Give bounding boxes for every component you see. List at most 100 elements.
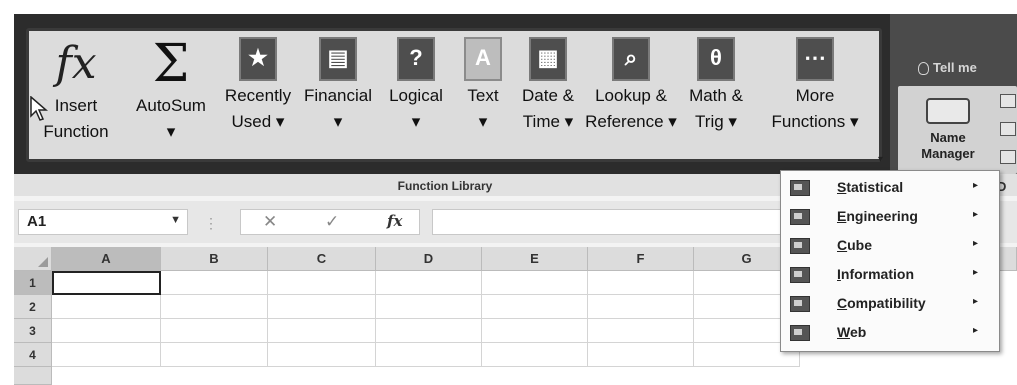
function-library-group-label: Function Library: [397, 179, 493, 193]
formula-input[interactable]: [432, 209, 832, 235]
cancel-icon[interactable]: ✕: [263, 212, 277, 232]
autosum-button[interactable]: Σ AutoSum ▾: [129, 33, 213, 145]
name-manager-label: Name Manager: [921, 130, 975, 161]
cube-icon: [790, 238, 810, 254]
cell[interactable]: [268, 343, 376, 367]
menu-item-cube[interactable]: Cube ▸: [781, 232, 997, 260]
menu-item-label: Cube: [837, 237, 873, 253]
excel-window: Tell me fx Insert Function Σ AutoSum ▾ ★…: [14, 14, 1017, 385]
column-header[interactable]: D: [376, 247, 482, 271]
group-launcher-icon[interactable]: ▾: [878, 154, 883, 165]
more-functions-menu: Statistical ▸ Engineering ▸ Cube ▸ Infor…: [780, 170, 1000, 352]
sigma-icon: Σ: [152, 34, 190, 94]
fx-icon: fx: [55, 38, 97, 89]
cell[interactable]: [482, 295, 588, 319]
text-label: Text ▾: [467, 86, 499, 131]
cell[interactable]: [268, 271, 376, 295]
lookup-reference-button[interactable]: ⌕ Lookup & Reference ▾: [585, 33, 677, 135]
row-header[interactable]: [14, 367, 52, 385]
theta-book-icon: θ: [697, 37, 735, 81]
use-in-formula-icon[interactable]: [1000, 122, 1016, 136]
column-header[interactable]: C: [268, 247, 376, 271]
submenu-arrow-icon: ▸: [973, 180, 979, 191]
cell[interactable]: [482, 343, 588, 367]
math-trig-button[interactable]: θ Math & Trig ▾: [681, 33, 751, 135]
more-functions-label: More Functions ▾: [771, 86, 859, 131]
cell[interactable]: [268, 295, 376, 319]
cell[interactable]: [482, 271, 588, 295]
cell[interactable]: [161, 343, 268, 367]
cell[interactable]: [52, 343, 161, 367]
menu-item-statistical[interactable]: Statistical ▸: [781, 174, 997, 202]
financial-label: Financial ▾: [303, 86, 373, 131]
logical-button[interactable]: ? Logical ▾: [381, 33, 451, 135]
cell[interactable]: [161, 319, 268, 343]
chevron-down-icon[interactable]: ▼: [170, 214, 181, 226]
enter-icon[interactable]: ✓: [325, 212, 339, 232]
row-header[interactable]: 1: [14, 271, 52, 295]
row-header[interactable]: 4: [14, 343, 52, 367]
compatibility-icon: [790, 296, 810, 312]
cell[interactable]: [588, 319, 694, 343]
cell[interactable]: [376, 271, 482, 295]
text-book-icon: A: [464, 37, 502, 81]
engineering-icon: [790, 209, 810, 225]
create-from-selection-icon[interactable]: [1000, 150, 1016, 164]
cell[interactable]: [588, 295, 694, 319]
cell[interactable]: [376, 295, 482, 319]
cell[interactable]: [588, 343, 694, 367]
lookup-reference-label: Lookup & Reference ▾: [585, 86, 677, 131]
cell[interactable]: [52, 319, 161, 343]
menu-item-compatibility[interactable]: Compatibility ▸: [781, 290, 997, 318]
financial-button[interactable]: ▤ Financial ▾: [299, 33, 377, 135]
cell[interactable]: [161, 295, 268, 319]
menu-item-web[interactable]: Web ▸: [781, 319, 997, 347]
menu-item-label: Engineering: [837, 208, 918, 224]
menu-item-label: Compatibility: [837, 295, 926, 311]
cell[interactable]: [161, 271, 268, 295]
cell[interactable]: [588, 271, 694, 295]
cell[interactable]: [52, 295, 161, 319]
name-box[interactable]: A1 ▼: [18, 209, 188, 235]
name-tag-icon: [926, 98, 970, 124]
select-all-button[interactable]: [14, 247, 52, 271]
column-header[interactable]: B: [161, 247, 268, 271]
tell-me-box[interactable]: Tell me: [918, 60, 977, 76]
menu-item-engineering[interactable]: Engineering ▸: [781, 203, 997, 231]
recently-used-button[interactable]: ★ Recently Used ▾: [219, 33, 297, 135]
magnifier-book-icon: ⌕: [612, 37, 650, 81]
date-time-button[interactable]: ▦ Date & Time ▾: [513, 33, 583, 135]
recently-used-label: Recently Used ▾: [224, 86, 292, 131]
statistical-icon: [790, 180, 810, 196]
cell[interactable]: [268, 319, 376, 343]
more-functions-button[interactable]: ⋯ More Functions ▾: [763, 33, 867, 135]
text-button[interactable]: A Text ▾: [459, 33, 507, 135]
cell-a1[interactable]: [52, 271, 161, 295]
menu-item-information[interactable]: Information ▸: [781, 261, 997, 289]
column-header[interactable]: E: [482, 247, 588, 271]
formula-bar-divider: ⋮: [204, 215, 218, 231]
row-header[interactable]: 2: [14, 295, 52, 319]
submenu-arrow-icon: ▸: [973, 267, 979, 278]
tell-me-label: Tell me: [933, 60, 977, 75]
define-name-icon[interactable]: [1000, 94, 1016, 108]
column-header[interactable]: A: [52, 247, 161, 271]
more-book-icon: ⋯: [796, 37, 834, 81]
cell[interactable]: [376, 343, 482, 367]
submenu-arrow-icon: ▸: [973, 325, 979, 336]
math-trig-label: Math & Trig ▾: [689, 86, 743, 131]
menu-item-label: Web: [837, 324, 867, 340]
web-icon: [790, 325, 810, 341]
autosum-label: AutoSum ▾: [136, 96, 206, 141]
insert-function-button[interactable]: fx Insert Function: [35, 33, 117, 145]
mouse-pointer-icon: [30, 96, 48, 121]
logical-label: Logical ▾: [389, 86, 443, 131]
column-header[interactable]: F: [588, 247, 694, 271]
financial-book-icon: ▤: [319, 37, 357, 81]
row-header[interactable]: 3: [14, 319, 52, 343]
cell[interactable]: [482, 319, 588, 343]
name-manager-button[interactable]: Name Manager: [906, 98, 990, 162]
insert-function-icon[interactable]: fx: [387, 212, 402, 230]
question-book-icon: ?: [397, 37, 435, 81]
cell[interactable]: [376, 319, 482, 343]
